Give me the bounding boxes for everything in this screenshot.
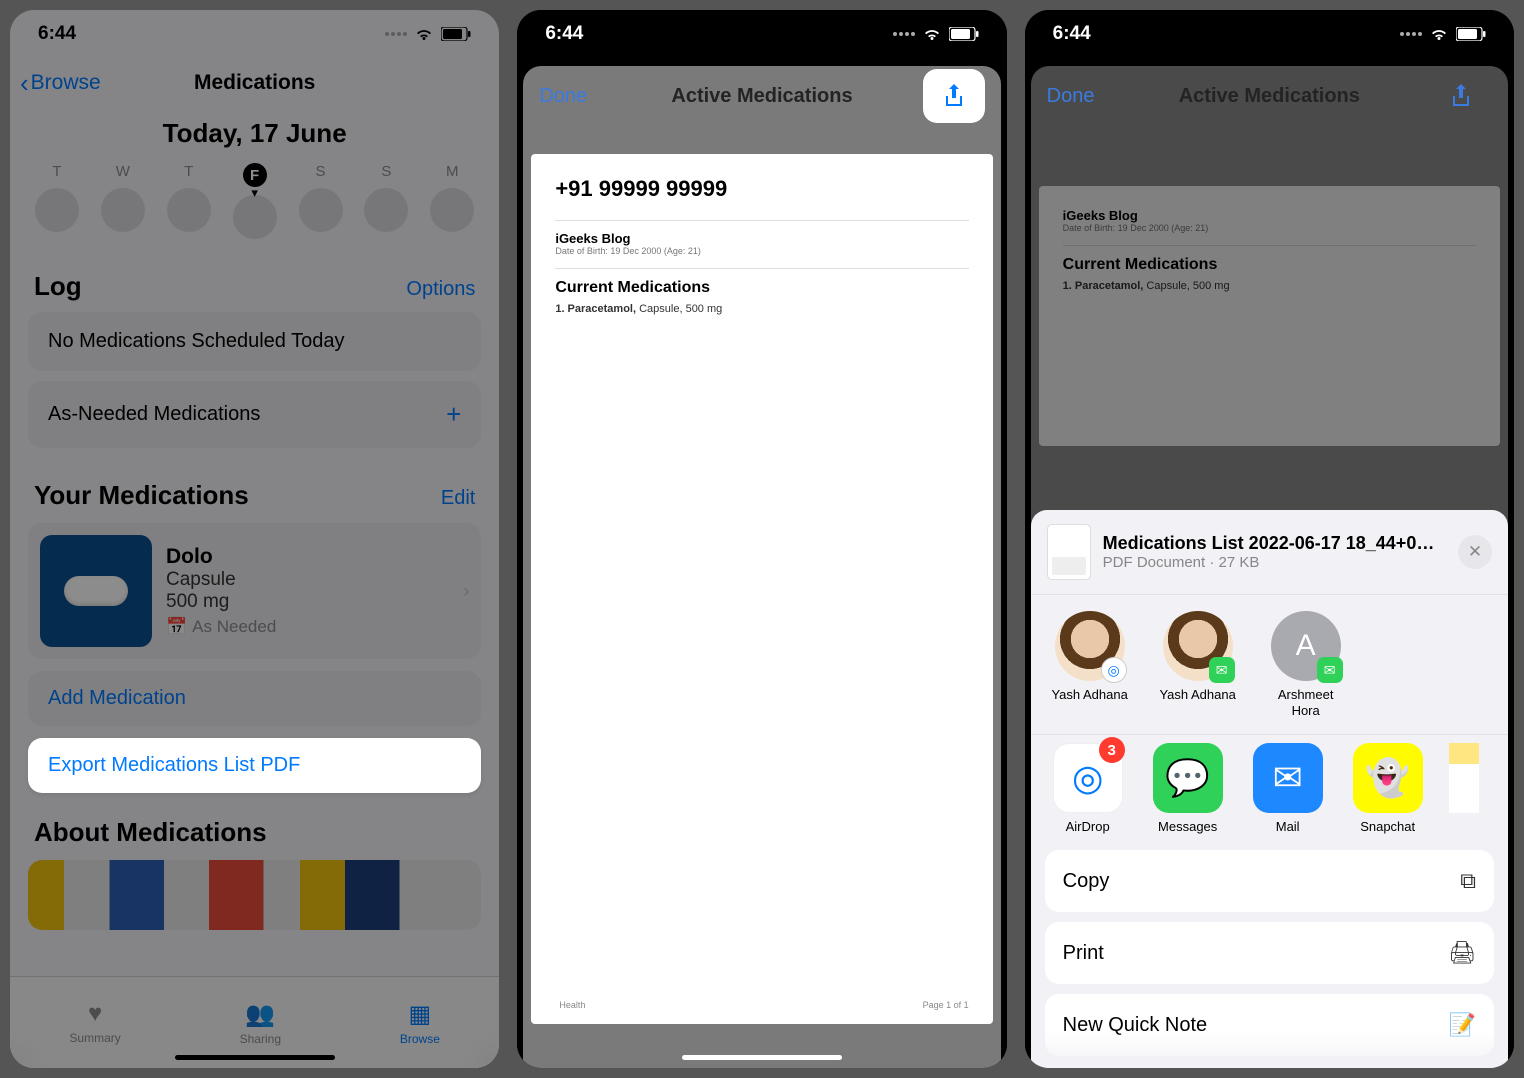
action-print[interactable]: Print 🖨 — [1045, 922, 1494, 984]
avatar: ◎ — [1055, 611, 1125, 681]
printer-icon: 🖨 — [1448, 940, 1476, 966]
share-icon — [1449, 82, 1473, 110]
messages-icon: 💬 — [1153, 743, 1223, 813]
back-button[interactable]: ‹ Browse — [20, 70, 101, 96]
date-header: Today, 17 June — [10, 118, 499, 149]
week-row[interactable]: T W T F▾ S S M — [10, 163, 499, 239]
share-contact[interactable]: ✉ Yash Adhana — [1157, 611, 1239, 718]
copy-icon: ⧉ — [1460, 868, 1476, 894]
status-time: 6:44 — [1053, 23, 1091, 45]
edit-link[interactable]: Edit — [441, 487, 475, 510]
notes-icon — [1449, 743, 1479, 813]
battery-icon — [441, 27, 471, 41]
export-pdf-button[interactable]: Export Medications List PDF — [28, 738, 481, 793]
share-sheet: Medications List 2022-06-17 18_44+0… PDF… — [1031, 510, 1508, 1068]
calendar-icon: 📅 — [166, 617, 187, 637]
pdf-med-line: 1. Paracetamol, Capsule, 500 mg — [555, 303, 968, 315]
status-time: 6:44 — [38, 23, 76, 45]
add-medication-button[interactable]: Add Medication — [28, 671, 481, 726]
tab-summary[interactable]: ♥Summary — [69, 1000, 120, 1045]
battery-icon — [1456, 27, 1486, 41]
share-app-airdrop[interactable]: ◎ 3 AirDrop — [1049, 743, 1127, 834]
medication-card[interactable]: Dolo Capsule 500 mg 📅As Needed › — [28, 523, 481, 659]
pdf-dob: Date of Birth: 19 Dec 2000 (Age: 21) — [555, 246, 968, 256]
tab-browse[interactable]: ▦Browse — [400, 1000, 440, 1046]
medication-frequency: 📅As Needed — [166, 617, 449, 637]
airdrop-badge-icon: ◎ — [1101, 657, 1127, 683]
chevron-left-icon: ‹ — [20, 70, 29, 96]
done-button[interactable]: Done — [1047, 85, 1095, 108]
status-bar: 6:44 — [1025, 10, 1514, 58]
about-banner[interactable] — [28, 860, 481, 930]
medication-image — [40, 535, 152, 647]
wifi-icon — [1429, 27, 1449, 42]
home-indicator[interactable] — [682, 1055, 842, 1060]
action-copy[interactable]: Copy ⧉ — [1045, 850, 1494, 912]
share-file-meta: PDF Document · 27 KB — [1103, 554, 1446, 571]
tab-sharing[interactable]: 👥Sharing — [240, 1000, 281, 1046]
home-indicator[interactable] — [175, 1055, 335, 1060]
as-needed-row[interactable]: As-Needed Medications + — [28, 381, 481, 448]
medication-form: Capsule — [166, 569, 449, 591]
mail-icon: ✉ — [1253, 743, 1323, 813]
pdf-page[interactable]: +91 99999 99999 iGeeks Blog Date of Birt… — [531, 154, 992, 1024]
wifi-icon — [414, 27, 434, 42]
share-button[interactable] — [923, 69, 985, 123]
heart-icon: ♥ — [88, 1000, 102, 1028]
snapchat-icon: 👻 — [1353, 743, 1423, 813]
notification-badge: 3 — [1099, 737, 1125, 763]
medication-strength: 500 mg — [166, 591, 449, 613]
pdf-patient-name: iGeeks Blog — [555, 231, 968, 246]
pdf-phone: +91 99999 99999 — [555, 176, 968, 202]
status-bar: 6:44 — [10, 10, 499, 58]
nav-bar: ‹ Browse Medications — [10, 58, 499, 108]
battery-icon — [949, 27, 979, 41]
share-contacts-row[interactable]: ◎ Yash Adhana ✉ Yash Adhana A✉ Arshmeet … — [1031, 595, 1508, 734]
messages-badge-icon: ✉ — [1317, 657, 1343, 683]
caret-down-icon: ▾ — [251, 185, 258, 201]
messages-badge-icon: ✉ — [1209, 657, 1235, 683]
done-button[interactable]: Done — [539, 85, 587, 108]
pdf-section: Current Medications — [555, 279, 968, 297]
share-icon — [942, 82, 966, 110]
share-contact[interactable]: ◎ Yash Adhana — [1049, 611, 1131, 718]
grid-icon: ▦ — [409, 1000, 432, 1029]
sheet-title: Active Medications — [1179, 85, 1360, 108]
pdf-preview-sheet: Done Active Medications +91 99999 99999 … — [523, 66, 1000, 1068]
avatar: ✉ — [1163, 611, 1233, 681]
sheet-title: Active Medications — [671, 85, 852, 108]
close-button[interactable]: ✕ — [1458, 535, 1492, 569]
wifi-icon — [922, 27, 942, 42]
options-link[interactable]: Options — [406, 278, 475, 301]
avatar: A✉ — [1271, 611, 1341, 681]
back-label: Browse — [31, 71, 101, 95]
close-icon: ✕ — [1468, 542, 1482, 562]
plus-icon[interactable]: + — [446, 399, 461, 430]
share-app-mail[interactable]: ✉ Mail — [1249, 743, 1327, 834]
share-app-snapchat[interactable]: 👻 Snapchat — [1349, 743, 1427, 834]
no-meds-row: No Medications Scheduled Today — [28, 312, 481, 371]
share-file-name: Medications List 2022-06-17 18_44+0… — [1103, 533, 1446, 554]
pdf-page: iGeeks Blog Date of Birth: 19 Dec 2000 (… — [1039, 186, 1500, 446]
share-app-notes[interactable] — [1449, 743, 1479, 834]
share-apps-row[interactable]: ◎ 3 AirDrop 💬 Messages ✉ Mail 👻 Snapchat — [1031, 734, 1508, 850]
medication-name: Dolo — [166, 545, 449, 569]
people-icon: 👥 — [245, 1000, 275, 1029]
page-title: Medications — [194, 71, 315, 95]
status-bar: 6:44 — [517, 10, 1006, 58]
share-button[interactable] — [1430, 69, 1492, 123]
share-contact[interactable]: A✉ Arshmeet Hora — [1265, 611, 1347, 718]
about-title: About Medications — [34, 817, 267, 848]
your-meds-title: Your Medications — [34, 480, 249, 511]
share-actions-2: Print 🖨 — [1045, 922, 1494, 984]
share-actions: Copy ⧉ — [1045, 850, 1494, 912]
log-title: Log — [34, 271, 82, 302]
pdf-footer-page: Page 1 of 1 — [923, 1000, 969, 1010]
active-day[interactable]: F▾ — [229, 163, 281, 239]
share-app-messages[interactable]: 💬 Messages — [1149, 743, 1227, 834]
file-icon — [1047, 524, 1091, 580]
chevron-right-icon: › — [463, 581, 469, 602]
status-time: 6:44 — [545, 23, 583, 45]
pdf-footer-brand: Health — [555, 1000, 585, 1010]
